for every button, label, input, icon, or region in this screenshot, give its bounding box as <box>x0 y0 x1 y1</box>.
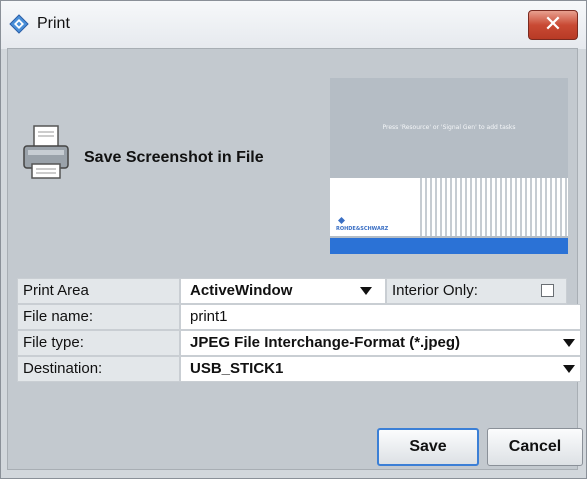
print-area-value: ActiveWindow <box>190 282 293 299</box>
destination-select[interactable]: USB_STICK1 <box>180 356 581 382</box>
app-diamond-icon <box>9 14 29 34</box>
preview-hint: Press 'Resource' or 'Signal Gen' to add … <box>382 124 516 131</box>
window-title: Print <box>37 15 70 32</box>
destination-value: USB_STICK1 <box>190 360 284 377</box>
interior-only-text: Interior Only: <box>392 282 478 299</box>
file-type-value: JPEG File Interchange-Format (*.jpeg) <box>190 334 461 351</box>
chevron-down-icon <box>563 339 575 347</box>
interior-only-label: Interior Only: <box>386 278 567 304</box>
save-screenshot-heading: Save Screenshot in File <box>84 149 264 166</box>
rs-logo-icon <box>338 217 345 224</box>
preview-logo: ROHDE&SCHWARZ <box>336 226 389 232</box>
close-icon: ✕ <box>543 12 563 37</box>
chevron-down-icon <box>563 365 575 373</box>
file-type-label: File type: <box>17 330 180 356</box>
row-file-name: File name: print1 <box>17 304 581 330</box>
file-name-field[interactable]: print1 <box>180 304 581 330</box>
preview-stripes <box>402 178 568 236</box>
title-bar[interactable]: Print ✕ <box>1 1 586 49</box>
preview-status-bar <box>330 238 568 254</box>
print-area-label: Print Area <box>17 278 180 304</box>
save-button[interactable]: Save <box>377 428 479 466</box>
print-area-select[interactable]: ActiveWindow <box>180 278 386 304</box>
screenshot-preview: Press 'Resource' or 'Signal Gen' to add … <box>330 78 568 254</box>
file-name-value: print1 <box>190 308 228 325</box>
close-button[interactable]: ✕ <box>528 10 578 40</box>
file-name-label: File name: <box>17 304 180 330</box>
printer-icon <box>23 125 69 179</box>
cancel-button[interactable]: Cancel <box>487 428 583 466</box>
row-file-type: File type: JPEG File Interchange-Format … <box>17 330 581 356</box>
chevron-down-icon <box>360 287 372 295</box>
row-destination: Destination: USB_STICK1 <box>17 356 581 382</box>
interior-only-checkbox[interactable] <box>541 284 554 297</box>
destination-label: Destination: <box>17 356 180 382</box>
row-print-area: Print Area ActiveWindow Interior Only: <box>17 278 581 304</box>
file-type-select[interactable]: JPEG File Interchange-Format (*.jpeg) <box>180 330 581 356</box>
